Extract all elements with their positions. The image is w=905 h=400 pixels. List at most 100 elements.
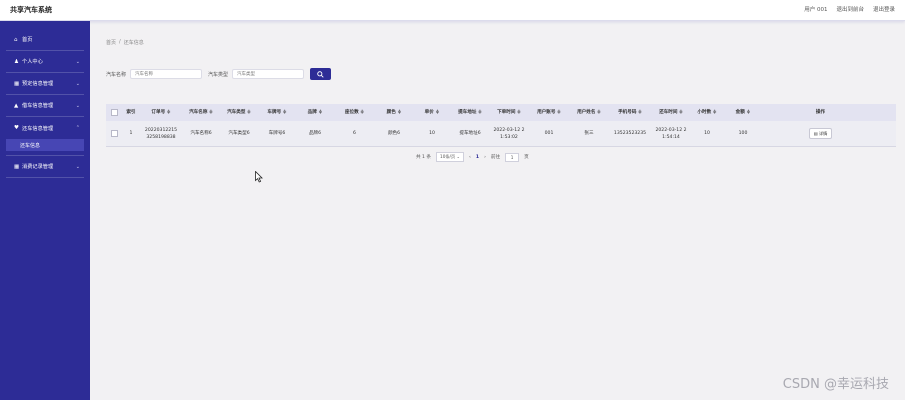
chevron-down-icon: ⌄ — [75, 81, 80, 87]
cell-car-name: 汽车名称6 — [190, 131, 212, 136]
column-header[interactable]: 订单号 ≑ — [140, 109, 182, 116]
cell-order-no: 20220312215 3258198838 — [144, 127, 178, 140]
sidebar-item-borrow[interactable]: ▲ 借车信息管理 ⌄ — [6, 95, 84, 117]
sidebar-item-home[interactable]: ⌂ 首页 — [6, 29, 84, 51]
sidebar-item-return[interactable]: ♥ 还车信息管理 ⌃ — [6, 117, 84, 139]
car-type-label: 汽车类型 — [208, 71, 229, 78]
cell-color: 颜色6 — [387, 131, 401, 136]
top-bar: 共享汽车系统 用户 001 退出到前台 退出登录 — [0, 0, 905, 21]
column-header[interactable]: 小时数 ≑ — [691, 109, 723, 116]
chevron-up-icon: ⌃ — [75, 125, 80, 131]
document-icon: ▤ — [813, 131, 818, 136]
chevron-down-icon: ⌄ — [75, 164, 80, 170]
car-name-input[interactable] — [130, 69, 203, 79]
breadcrumb-separator: / — [119, 39, 121, 45]
car-type-input[interactable] — [232, 69, 305, 79]
search-icon — [317, 70, 324, 78]
page-size-select[interactable]: 10条/页 ⌄ — [436, 152, 465, 162]
chevron-down-icon: ⌄ — [456, 154, 461, 159]
cell-name: 张三 — [584, 131, 594, 136]
return-icon: ♥ — [14, 125, 19, 131]
cell-car-type: 汽车类型6 — [228, 131, 250, 136]
mouse-cursor-icon — [255, 171, 263, 183]
page-size-value: 10条/页 — [440, 154, 456, 159]
sidebar-item-label: 借车信息管理 — [22, 103, 54, 109]
column-header[interactable]: 手机号码 ≑ — [609, 109, 651, 116]
page-number[interactable]: 1 — [476, 155, 479, 160]
column-header[interactable]: 用户姓名 ≑ — [569, 109, 609, 116]
total-count: 共 1 条 — [416, 155, 432, 160]
table-header: 索引 订单号 ≑ 汽车名称 ≑ 汽车类型 ≑ 车牌号 ≑ 品牌 ≑ 座位数 ≑ … — [106, 104, 896, 121]
main-content: 首页 / 还车信息 汽车名称 汽车类型 索引 订单号 ≑ 汽车名称 ≑ 汽车类型… — [90, 21, 905, 400]
cell-amount: 100 — [738, 131, 748, 136]
search-bar: 汽车名称 汽车类型 — [106, 68, 332, 80]
car-name-label: 汽车名称 — [106, 71, 127, 78]
sidebar: ⌂ 首页 ♟ 个人中心 ⌄ ▦ 预定信息管理 ⌄ ▲ 借车信息管理 ⌄ ♥ 还车… — [0, 21, 90, 400]
sidebar-subitem-return-info[interactable]: 还车信息 — [6, 139, 84, 151]
row-checkbox[interactable] — [106, 130, 122, 137]
watermark: CSDN @幸运科技 — [782, 377, 889, 392]
breadcrumb-current: 还车信息 — [123, 40, 144, 46]
cell-plate: 车牌号6 — [268, 131, 286, 136]
grid-icon: ▦ — [14, 80, 20, 87]
cell-pickup: 提车地址6 — [459, 131, 481, 136]
home-icon: ⌂ — [14, 36, 18, 43]
sidebar-item-label: 还车信息管理 — [22, 125, 54, 132]
top-links: 用户 001 退出到前台 退出登录 — [804, 5, 895, 13]
column-header[interactable]: 还车时间 ≑ — [651, 109, 691, 116]
cell-index: 1 — [129, 131, 133, 136]
sidebar-item-label: 个人中心 — [22, 59, 43, 65]
pagination: 共 1 条 10条/页 ⌄ ‹ 1 › 前往 1 页 — [416, 152, 529, 162]
cell-brand: 品牌6 — [308, 131, 322, 136]
column-header[interactable]: 单价 ≑ — [413, 109, 451, 116]
column-header[interactable]: 车牌号 ≑ — [258, 109, 296, 116]
column-header: 索引 — [126, 110, 136, 115]
column-header[interactable]: 汽车名称 ≑ — [182, 109, 220, 116]
column-header: 操作 — [815, 110, 826, 115]
breadcrumb-home[interactable]: 首页 — [106, 39, 116, 46]
select-all-checkbox[interactable] — [106, 109, 122, 116]
column-header[interactable]: 座位数 ≑ — [334, 109, 375, 116]
cell-phone: 13523523235 — [613, 131, 647, 136]
cell-price: 10 — [429, 131, 435, 136]
app-title: 共享汽车系统 — [10, 6, 52, 14]
goto-page-input[interactable]: 1 — [505, 152, 520, 162]
goto-suffix: 页 — [524, 155, 529, 160]
sidebar-item-consumption[interactable]: ▦ 消费记录管理 ⌄ — [6, 156, 84, 178]
user-icon: ♟ — [14, 58, 19, 65]
cell-seats: 6 — [353, 131, 356, 136]
grid-icon: ▦ — [14, 163, 20, 170]
cell-actions: ▤ 详情 — [763, 128, 878, 139]
sidebar-item-profile[interactable]: ♟ 个人中心 ⌄ — [6, 51, 84, 73]
column-header[interactable]: 用户账号 ≑ — [529, 109, 569, 116]
chevron-down-icon: ⌄ — [75, 103, 80, 109]
return-info-table: 索引 订单号 ≑ 汽车名称 ≑ 汽车类型 ≑ 车牌号 ≑ 品牌 ≑ 座位数 ≑ … — [106, 104, 896, 147]
prev-page-button[interactable]: ‹ — [469, 155, 471, 160]
car-icon: ▲ — [14, 102, 19, 109]
column-header[interactable]: 汽车类型 ≑ — [220, 109, 258, 116]
sidebar-item-reservations[interactable]: ▦ 预定信息管理 ⌄ — [6, 73, 84, 95]
next-page-button[interactable]: › — [484, 155, 486, 160]
column-header[interactable]: 颜色 ≑ — [375, 109, 413, 116]
cell-hours: 10 — [704, 131, 710, 136]
cell-order-time: 2022-03-12 2 1:53:02 — [493, 127, 525, 140]
table-row: 1 20220312215 3258198838 汽车名称6 汽车类型6 车牌号… — [106, 121, 896, 147]
back-to-front-link[interactable]: 退出到前台 — [836, 5, 864, 13]
chevron-down-icon: ⌄ — [75, 59, 80, 65]
cell-return-time: 2022-03-12 2 1:54:14 — [655, 127, 687, 140]
column-header[interactable]: 品牌 ≑ — [296, 109, 334, 116]
sidebar-item-label: 消费记录管理 — [22, 164, 54, 170]
sidebar-item-label: 首页 — [22, 37, 33, 43]
column-header[interactable]: 下单时间 ≑ — [489, 109, 529, 116]
search-button[interactable] — [310, 68, 332, 80]
logout-link[interactable]: 退出登录 — [873, 5, 895, 13]
cell-account: 001 — [544, 131, 554, 136]
detail-button[interactable]: ▤ 详情 — [808, 128, 833, 139]
current-user: 用户 001 — [804, 7, 828, 13]
column-header[interactable]: 金额 ≑ — [723, 109, 763, 116]
sidebar-item-label: 预定信息管理 — [22, 81, 54, 87]
breadcrumb: 首页 / 还车信息 — [106, 39, 144, 46]
column-header[interactable]: 提车地址 ≑ — [451, 109, 489, 116]
goto-label: 前往 — [490, 155, 501, 160]
detail-button-label: 详情 — [818, 131, 828, 136]
